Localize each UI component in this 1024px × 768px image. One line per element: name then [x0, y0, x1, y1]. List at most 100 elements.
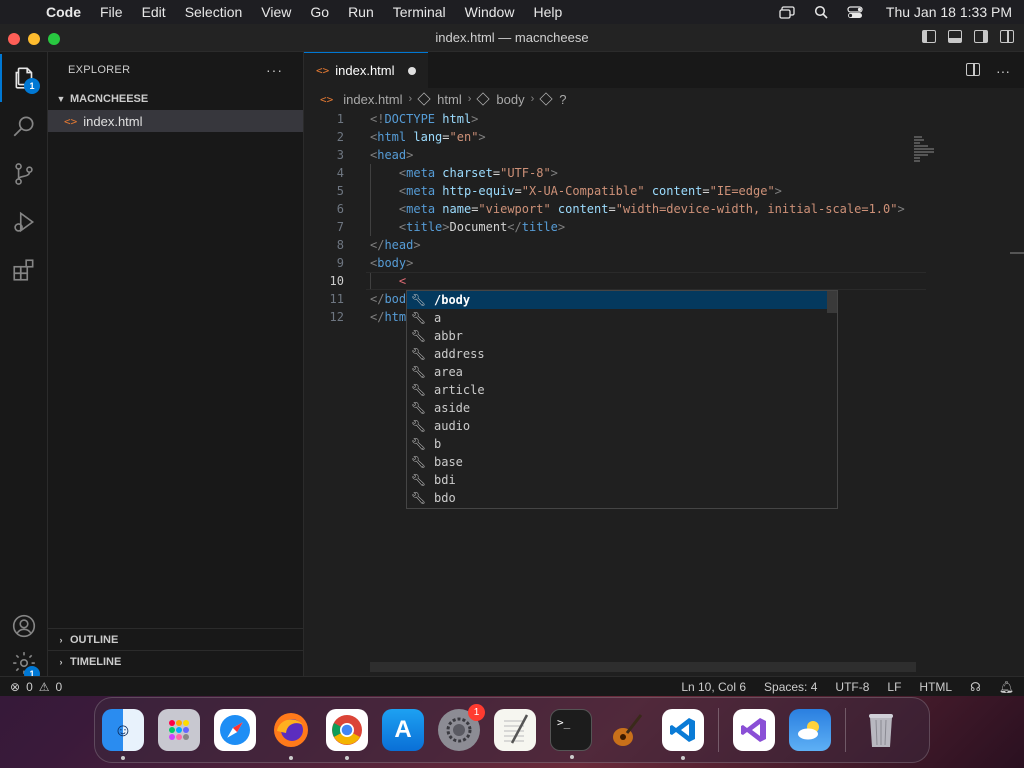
suggestion-item[interactable]: 🔧︎ area: [407, 363, 837, 381]
unsaved-dot-icon[interactable]: [408, 66, 416, 75]
vscode-icon[interactable]: [662, 709, 704, 760]
suggestion-label: bdo: [434, 491, 456, 505]
firefox-icon[interactable]: [270, 709, 312, 760]
folder-macncheese[interactable]: ▼ MACNCHEESE: [48, 88, 303, 110]
menu-terminal[interactable]: Terminal: [393, 4, 446, 20]
suggestion-label: address: [434, 347, 485, 361]
code-text: <meta name="viewport" content="width=dev…: [398, 202, 905, 216]
breadcrumb-separator-icon: ›: [408, 93, 413, 105]
tab-index-html[interactable]: <> index.html: [304, 52, 428, 88]
language-mode[interactable]: HTML: [919, 680, 952, 694]
screen-mirroring-icon[interactable]: [778, 5, 796, 19]
vertical-scrollbar[interactable]: [1010, 252, 1024, 254]
suggestion-item[interactable]: 🔧︎ bdi: [407, 471, 837, 489]
explorer-more-actions-icon[interactable]: ···: [266, 62, 283, 78]
breadcrumb-html[interactable]: html: [437, 92, 462, 107]
suggestion-item[interactable]: 🔧︎ base: [407, 453, 837, 471]
breadcrumb-separator-icon: ›: [530, 93, 535, 105]
extensions-activity-button[interactable]: [0, 246, 48, 294]
code-text: <head>: [370, 148, 414, 162]
breadcrumb-body[interactable]: body: [496, 92, 524, 107]
notifications-bell-icon[interactable]: 🔔︎: [999, 680, 1014, 694]
minimize-window-button[interactable]: [28, 33, 40, 45]
breadcrumb-unknown[interactable]: ?: [559, 92, 566, 107]
visual-studio-icon[interactable]: [733, 709, 775, 751]
indentation[interactable]: Spaces: 4: [764, 680, 817, 694]
zoom-window-button[interactable]: [48, 33, 60, 45]
traffic-lights: [8, 33, 60, 45]
suggestion-label: audio: [434, 419, 471, 433]
menu-go[interactable]: Go: [310, 4, 329, 20]
suggestion-item[interactable]: 🔧︎ a: [407, 309, 837, 327]
suggestion-item[interactable]: 🔧︎ abbr: [407, 327, 837, 345]
encoding[interactable]: UTF-8: [835, 680, 869, 694]
suggestion-item[interactable]: 🔧︎ article: [407, 381, 837, 399]
chrome-icon[interactable]: [326, 709, 368, 760]
run-debug-activity-button[interactable]: [0, 198, 48, 246]
source-control-activity-button[interactable]: [0, 150, 48, 198]
menu-help[interactable]: Help: [533, 4, 562, 20]
control-center-icon[interactable]: [846, 5, 864, 19]
manage-activity-button[interactable]: 1: [0, 650, 48, 682]
code-line: 3 <head>: [304, 146, 924, 164]
trash-icon[interactable]: [860, 709, 902, 751]
layout-controls: [922, 30, 1014, 43]
suggestion-item[interactable]: 🔧︎ aside: [407, 399, 837, 417]
menu-file[interactable]: File: [100, 4, 123, 20]
safari-icon[interactable]: [214, 709, 256, 751]
code-text: <: [398, 274, 407, 288]
window-title: index.html — macncheese: [435, 30, 589, 45]
line-number: 10: [329, 274, 344, 288]
suggestion-item[interactable]: 🔧︎ audio: [407, 417, 837, 435]
activity-bar: 1 1: [0, 52, 48, 682]
suggestion-scrollbar[interactable]: [827, 291, 837, 313]
minimap[interactable]: [914, 136, 934, 166]
menu-selection[interactable]: Selection: [185, 4, 243, 20]
toggle-panel-icon[interactable]: [948, 30, 962, 43]
search-activity-button[interactable]: [0, 102, 48, 150]
menu-clock[interactable]: Thu Jan 18 1:33 PM: [886, 4, 1012, 20]
close-window-button[interactable]: [8, 33, 20, 45]
wrench-icon: 🔧︎: [411, 311, 427, 325]
file-index-html[interactable]: <> index.html: [48, 110, 303, 132]
suggestion-label: base: [434, 455, 463, 469]
horizontal-scrollbar[interactable]: [370, 662, 916, 672]
spotlight-search-icon[interactable]: [812, 5, 830, 19]
suggestion-item[interactable]: 🔧︎ bdo: [407, 489, 837, 507]
problems-indicator[interactable]: ⊗ 0 ⚠ 0: [10, 680, 62, 694]
explorer-activity-button[interactable]: 1: [0, 54, 48, 102]
toggle-secondary-sidebar-icon[interactable]: [974, 30, 988, 43]
garageband-icon[interactable]: [606, 709, 648, 751]
menu-edit[interactable]: Edit: [142, 4, 166, 20]
cursor-position[interactable]: Ln 10, Col 6: [681, 680, 746, 694]
suggestion-item[interactable]: 🔧︎ address: [407, 345, 837, 363]
html-file-icon: <>: [64, 114, 78, 128]
menu-view[interactable]: View: [261, 4, 291, 20]
menu-run[interactable]: Run: [348, 4, 374, 20]
app-store-icon[interactable]: A: [382, 709, 424, 751]
split-editor-icon[interactable]: [966, 63, 980, 76]
suggestion-item[interactable]: 🔧︎ /body: [407, 291, 837, 309]
element-symbol-icon: [476, 92, 491, 106]
outline-section[interactable]: › OUTLINE: [48, 628, 303, 650]
editor-actions: ···: [966, 63, 1010, 79]
menu-window[interactable]: Window: [465, 4, 515, 20]
launchpad-icon[interactable]: [158, 709, 200, 751]
more-actions-icon[interactable]: ···: [996, 63, 1010, 79]
end-of-line[interactable]: LF: [887, 680, 901, 694]
textedit-icon[interactable]: [494, 709, 536, 751]
breadcrumb-file[interactable]: index.html: [343, 92, 402, 107]
timeline-section[interactable]: › TIMELINE: [48, 650, 303, 672]
suggestion-item[interactable]: 🔧︎ b: [407, 435, 837, 453]
weather-icon[interactable]: [789, 709, 831, 751]
customize-layout-icon[interactable]: [1000, 30, 1014, 43]
accounts-activity-button[interactable]: [0, 602, 48, 650]
finder-icon[interactable]: ☺: [102, 709, 144, 760]
terminal-icon[interactable]: >_: [550, 709, 592, 759]
system-settings-icon[interactable]: 1: [438, 704, 485, 751]
toggle-primary-sidebar-icon[interactable]: [922, 30, 936, 43]
code-line: 4 <meta charset="UTF-8">: [304, 164, 924, 182]
feedback-icon[interactable]: ☊: [970, 680, 981, 694]
menu-app-name[interactable]: Code: [46, 4, 81, 20]
warning-count: 0: [55, 679, 63, 694]
